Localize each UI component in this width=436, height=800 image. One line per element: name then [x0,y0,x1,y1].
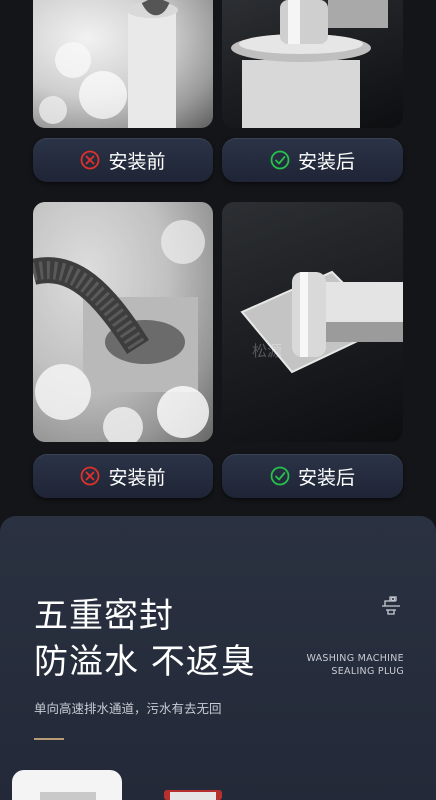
before-install-label-1: 安装前 [33,138,213,182]
before-install-text: 安装前 [108,150,166,173]
product-thumbnail-1 [12,770,122,800]
headline-anti-overflow: 防溢水 不返臭 [34,642,256,682]
after-install-label-2: 安装后 [222,454,403,498]
check-circle-icon [270,150,290,170]
accent-divider [34,738,64,740]
drain-plug-icon [382,596,400,615]
before-install-label-2: 安装前 [33,454,213,498]
foamy-floor-drain-illustration [33,202,213,442]
headline-seal: 五重密封 [34,596,174,636]
english-caption-line-2: SEALING PLUG [331,666,404,677]
chrome-fitting-illustration [231,0,388,128]
before-install-text: 安装前 [108,466,166,489]
check-circle-icon [270,466,290,486]
after-install-label-1: 安装后 [222,138,403,182]
product-cap-illustration [164,790,222,800]
english-caption-line-1: WASHING MACHINE [306,653,404,664]
product-thumbnail-2 [150,770,240,800]
chrome-drain-plug-illustration [240,270,403,374]
after-photo-1 [222,0,403,128]
product-part-illustration [40,792,96,800]
x-circle-icon [81,466,100,486]
brand-watermark: 松源 [252,342,283,360]
after-install-text: 安装后 [297,466,355,489]
before-photo-2 [33,202,213,442]
after-photo-2: 松源 [222,202,403,442]
subtitle: 单向高速排水通道，污水有去无回 [34,701,222,716]
after-install-text: 安装后 [297,150,355,173]
before-photo-1 [33,0,213,128]
english-caption: WASHING MACHINE SEALING PLUG [306,652,404,678]
x-circle-icon [81,150,100,170]
hose-in-pipe-illustration [39,0,178,128]
